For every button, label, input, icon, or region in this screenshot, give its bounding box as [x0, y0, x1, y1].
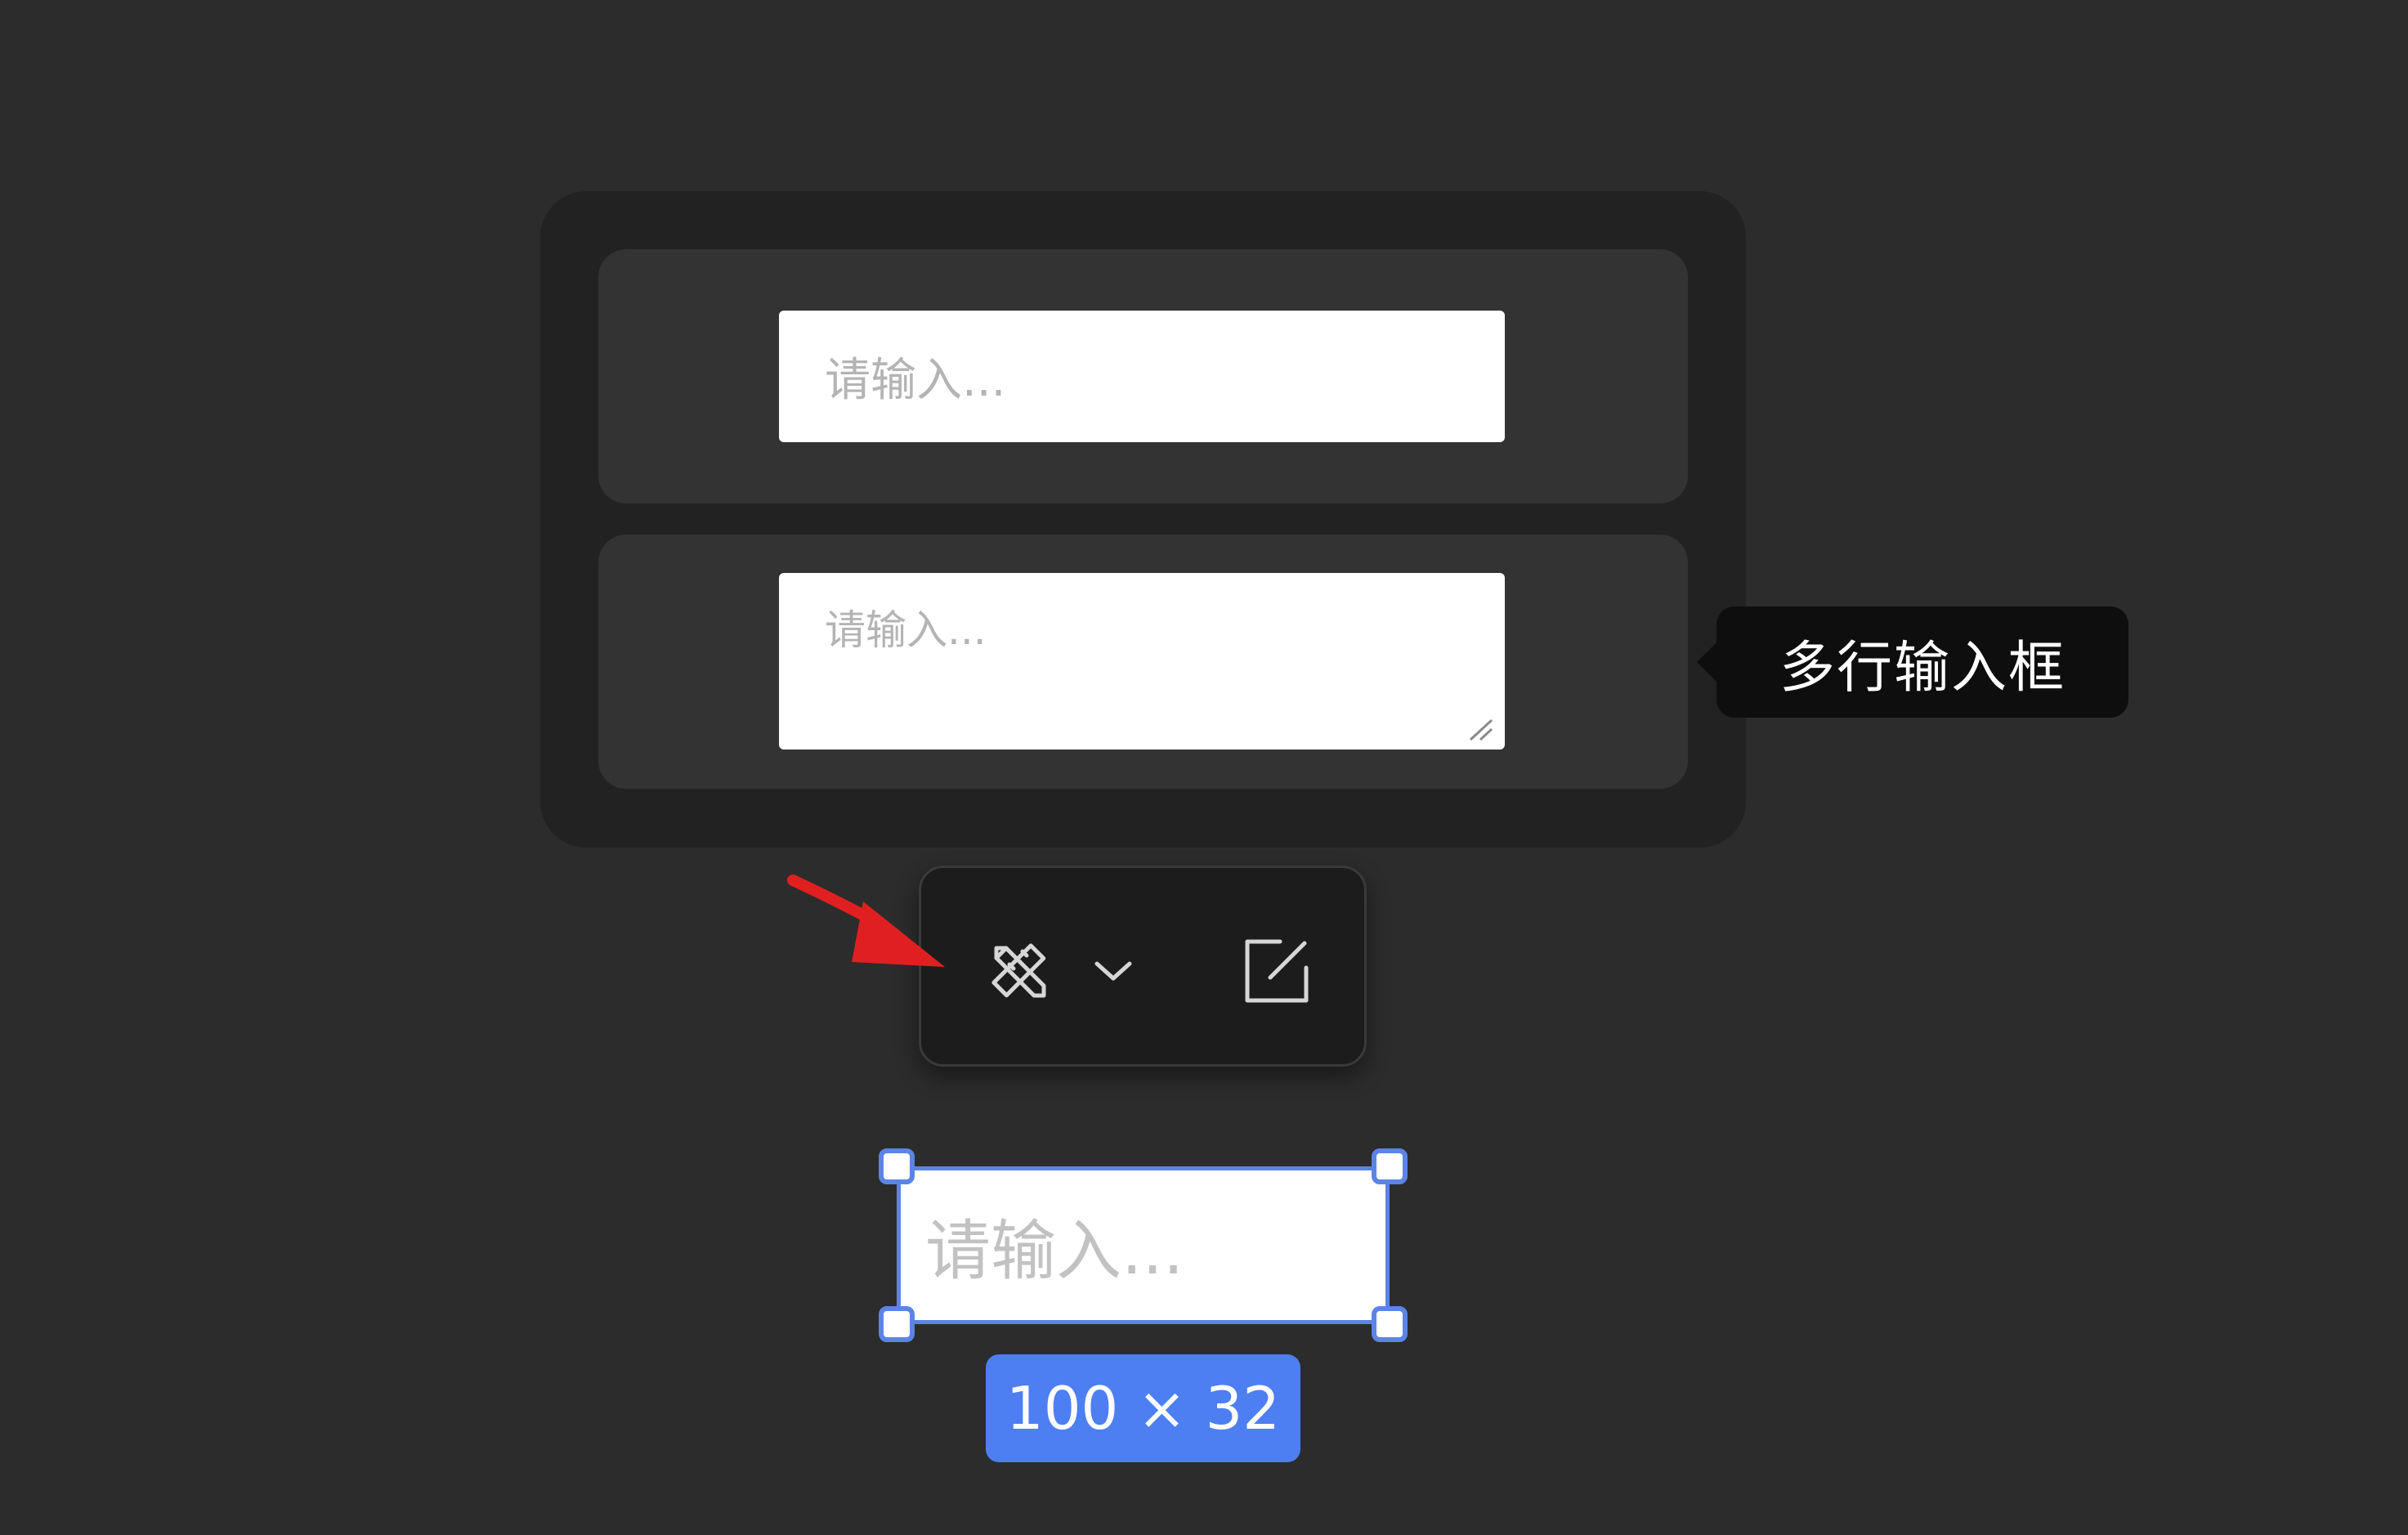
size-badge: 100 × 32: [986, 1354, 1300, 1462]
floating-toolbar: [919, 866, 1367, 1067]
resize-handle-bottom-right[interactable]: [1372, 1306, 1408, 1342]
component-row-multi-input[interactable]: 请输入...: [598, 535, 1688, 789]
selected-input-element[interactable]: 请输入...: [879, 1148, 1408, 1342]
multi-line-input[interactable]: 请输入...: [779, 573, 1505, 750]
design-tools-button[interactable]: [974, 930, 1064, 1012]
component-row-single-input[interactable]: 请输入...: [598, 249, 1688, 503]
tooltip-label: 多行输入框: [1779, 635, 2066, 700]
selected-input-placeholder: 请输入...: [925, 1212, 1184, 1289]
size-label: 100 × 32: [1005, 1374, 1281, 1443]
red-arrow-annotation-icon: [787, 875, 945, 967]
resize-handle-top-right[interactable]: [1372, 1148, 1408, 1184]
single-line-input-placeholder: 请输入...: [825, 354, 1006, 407]
chevron-down-icon: [1094, 961, 1132, 981]
edit-button[interactable]: [1232, 930, 1322, 1012]
component-tooltip: 多行输入框: [1697, 606, 2128, 718]
tool-dropdown-button[interactable]: [1085, 947, 1142, 996]
single-line-input[interactable]: 请输入...: [779, 311, 1505, 442]
edit-icon: [1245, 939, 1309, 1003]
resize-handle-top-left[interactable]: [879, 1148, 915, 1184]
component-panel: 请输入... 请输入...: [540, 191, 1746, 848]
design-tools-icon: [991, 943, 1046, 998]
resize-grip-icon[interactable]: [1464, 715, 1497, 743]
resize-handle-bottom-left[interactable]: [879, 1306, 915, 1342]
multi-line-input-placeholder: 请输入...: [825, 606, 987, 654]
